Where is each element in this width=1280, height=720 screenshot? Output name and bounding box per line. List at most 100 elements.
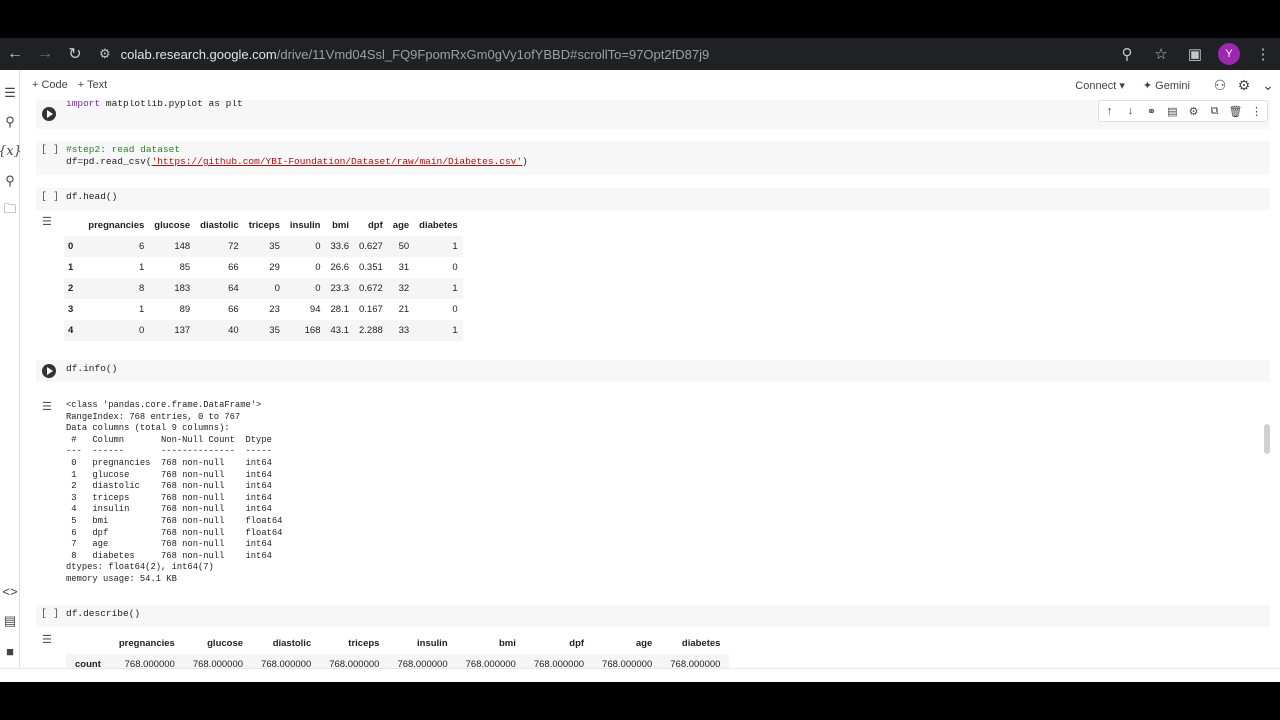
table-cell: 85: [179, 262, 191, 273]
table-body: 0 6 148 72 35 0 33.6 0.627 50 1 1 1 85 66 29 0 26.6 0.351…: [64, 236, 463, 341]
code-cell-read-dataset[interactable]: [ ] #step2: read dataset df=pd.read_csv(…: [36, 141, 1270, 175]
table-cell: 0: [315, 283, 321, 294]
row-index: 4: [68, 325, 74, 336]
forward-arrow-icon[interactable]: →: [30, 39, 60, 69]
execution-count: [ ]: [40, 192, 59, 203]
avatar: Y: [1218, 43, 1240, 65]
reload-icon[interactable]: ↻: [60, 39, 90, 69]
code-comment: #step2: read dataset: [66, 144, 181, 155]
code-cell-import[interactable]: import matplotlib.pyplot as plt ↑ ↓ ⚭ ▤ …: [36, 100, 1270, 129]
left-rail: ☰ ⚲ {x} ⚲ 🗀 <> ▤ ■: [0, 70, 22, 682]
notebook-toolbar: + Code + Text Connect ▾ ✦ Gemini ⚇ ⚙ ⌄: [22, 70, 1280, 100]
delete-icon[interactable]: 🗑: [1225, 101, 1246, 121]
terminal-icon[interactable]: ■: [1, 642, 19, 660]
table-cell: 94: [309, 304, 321, 315]
connect-label: Connect: [1075, 79, 1117, 92]
row-index: 3: [68, 304, 74, 315]
code-editor[interactable]: df.head(): [66, 191, 117, 203]
code-cell-describe[interactable]: [ ] df.describe(): [36, 605, 1270, 627]
chevron-down-icon: ▾: [1119, 79, 1125, 92]
settings-gear-icon[interactable]: ⚙: [1232, 73, 1256, 97]
code-text: ): [522, 156, 528, 167]
menu-kebab-icon[interactable]: ⋮: [1246, 38, 1280, 70]
collapse-chevron-icon[interactable]: ⌄: [1256, 73, 1280, 97]
index-header: [66, 633, 110, 654]
run-cell-button[interactable]: [42, 364, 56, 378]
cell-settings-icon[interactable]: ⚙: [1183, 101, 1204, 121]
code-editor[interactable]: import matplotlib.pyplot as plt: [66, 100, 243, 110]
table-cell: 31: [398, 262, 410, 273]
output-actions-icon[interactable]: ☰: [42, 400, 56, 413]
bookmark-star-icon[interactable]: ☆: [1144, 38, 1178, 70]
connect-button[interactable]: Connect ▾: [1075, 79, 1125, 92]
code-editor[interactable]: df.info(): [66, 363, 117, 375]
secrets-key-icon[interactable]: ⚲: [1, 172, 19, 190]
output-actions-icon[interactable]: ☰: [42, 215, 56, 228]
table-cell: 64: [228, 283, 239, 294]
table-cell: 0.167: [359, 304, 383, 315]
more-options-icon[interactable]: ⋮: [1246, 101, 1267, 121]
table-cell: 66: [228, 262, 239, 273]
table-cell: 148: [174, 241, 191, 252]
table-cell: 168: [304, 325, 321, 336]
add-text-button[interactable]: + Text: [78, 79, 107, 91]
table-cell: 0: [452, 262, 458, 273]
code-editor[interactable]: df.describe(): [66, 608, 140, 620]
files-folder-icon[interactable]: 🗀: [1, 201, 19, 220]
site-info-icon[interactable]: ⚙: [99, 46, 111, 62]
table-cell: 43.1: [330, 325, 350, 336]
gemini-label: Gemini: [1155, 79, 1190, 92]
comment-icon[interactable]: ▤: [1162, 101, 1183, 121]
move-up-icon[interactable]: ↑: [1099, 101, 1120, 121]
table-cell: 28.1: [330, 304, 350, 315]
table-cell: 1: [452, 325, 458, 336]
command-palette-icon[interactable]: ▤: [1, 612, 19, 630]
status-bar: [0, 668, 1280, 682]
table-cell: 23.3: [330, 283, 350, 294]
column-header: diastolic: [200, 220, 239, 231]
search-icon[interactable]: ⚲: [1110, 38, 1144, 70]
profile-button[interactable]: Y: [1212, 38, 1246, 70]
output-actions-icon[interactable]: ☰: [42, 633, 56, 646]
table-cell: 0: [315, 241, 321, 252]
table-row: 0 6 148 72 35 0 33.6 0.627 50 1: [64, 236, 463, 257]
link-icon[interactable]: ⚭: [1141, 101, 1162, 121]
table-cell: 0.672: [359, 283, 383, 294]
code-cell-head[interactable]: [ ] df.head(): [36, 188, 1270, 210]
table-of-contents-icon[interactable]: ☰: [1, 84, 19, 102]
table-row: 4 0 137 40 35 168 43.1 2.288 33 1: [64, 320, 463, 341]
table-cell: 1: [138, 304, 145, 315]
mirror-cell-icon[interactable]: ⧉: [1204, 101, 1225, 121]
code-snippets-icon[interactable]: <>: [1, 582, 19, 600]
table-header-row: pregnancies glucose diastolic triceps insuli…: [66, 633, 729, 654]
add-code-button[interactable]: + Code: [32, 79, 68, 91]
extensions-icon[interactable]: ▣: [1178, 38, 1212, 70]
address-bar[interactable]: ⚙ colab.research.google.com/drive/11Vmd0…: [95, 41, 1165, 67]
code-string-link[interactable]: 'https://github.com/YBI-Foundation/Datas…: [152, 156, 523, 167]
url-path: /drive/11Vmd04Ssl_FQ9FpomRxGm0gVy1ofYBBD…: [276, 46, 710, 62]
code-editor[interactable]: #step2: read dataset df=pd.read_csv('htt…: [66, 144, 528, 168]
table-cell: 0.351: [359, 262, 383, 273]
browser-toolbar: ← → ↻ ⚙ colab.research.google.com/drive/…: [0, 38, 1280, 70]
table-cell: 32: [398, 283, 410, 294]
column-header: diastolic: [272, 638, 312, 649]
index-header: [64, 215, 83, 236]
info-output: <class 'pandas.core.frame.DataFrame'> Ra…: [66, 400, 283, 584]
code-cell-info[interactable]: df.info(): [36, 360, 1270, 382]
column-header: bmi: [498, 638, 516, 649]
gemini-button[interactable]: ✦ Gemini: [1143, 79, 1190, 92]
find-icon[interactable]: ⚲: [1, 113, 19, 131]
row-index: 2: [68, 283, 74, 294]
column-header: pregnancies: [88, 220, 145, 231]
run-cell-button[interactable]: [42, 107, 56, 121]
table-cell: 33.6: [330, 241, 350, 252]
share-people-icon[interactable]: ⚇: [1208, 73, 1232, 97]
table-cell: 8: [138, 283, 145, 294]
notebook-area: import matplotlib.pyplot as plt ↑ ↓ ⚭ ▤ …: [22, 100, 1272, 682]
variables-icon[interactable]: {x}: [0, 142, 22, 160]
cell-toolbar: ↑ ↓ ⚭ ▤ ⚙ ⧉ 🗑 ⋮: [1098, 100, 1268, 122]
scrollbar-thumb[interactable]: [1264, 424, 1270, 454]
back-arrow-icon[interactable]: ←: [0, 39, 30, 69]
move-down-icon[interactable]: ↓: [1120, 101, 1141, 121]
table-cell: 29: [269, 262, 280, 273]
